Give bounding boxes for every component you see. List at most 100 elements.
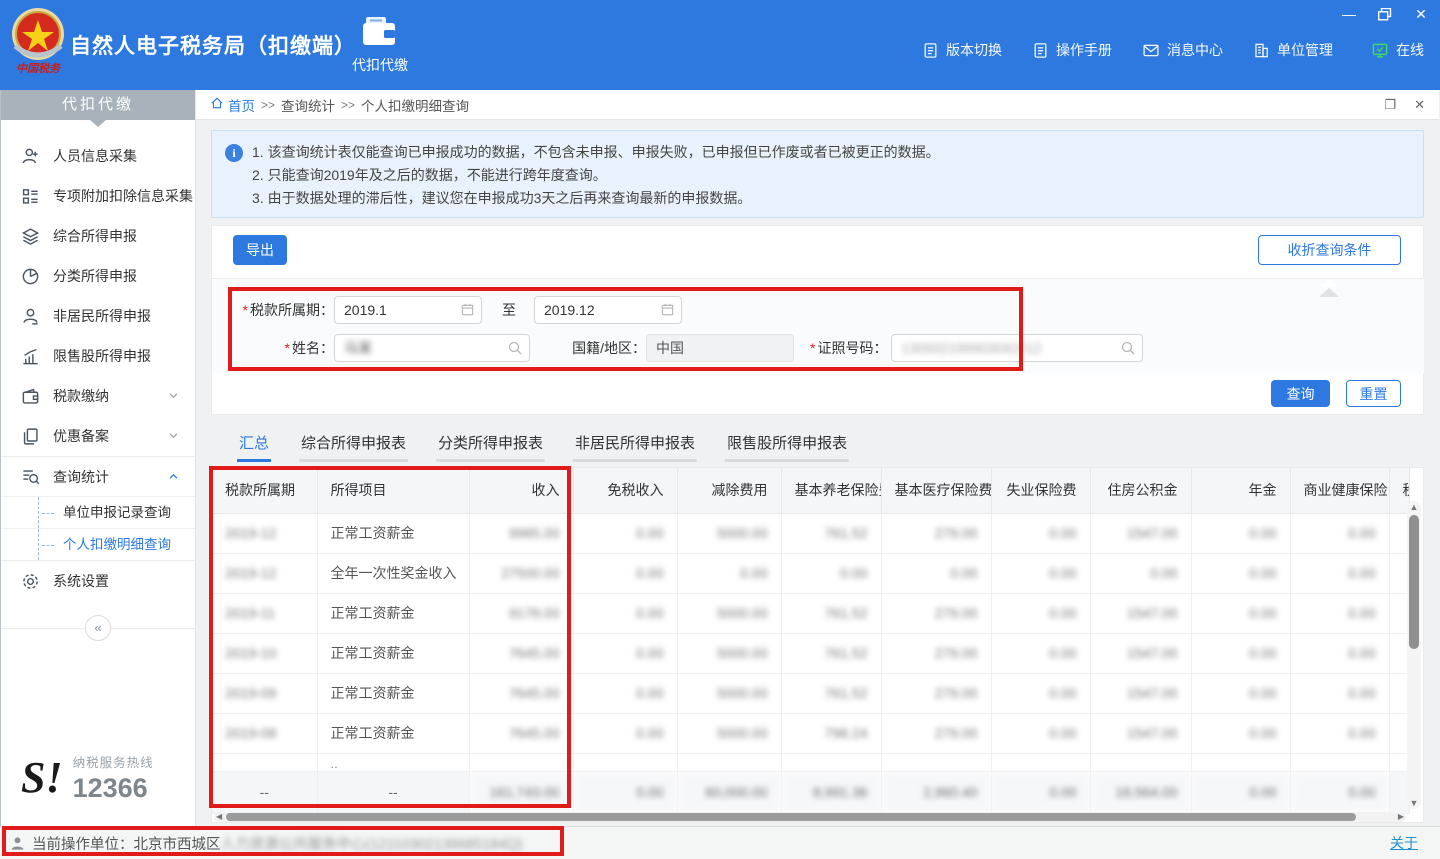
top-menu-操作手册[interactable]: 操作手册 — [1032, 40, 1112, 60]
scroll-left-icon[interactable]: ◀ — [216, 812, 222, 822]
query-button[interactable]: 查询 — [1271, 380, 1330, 407]
scroll-up-icon[interactable]: ▲ — [1407, 501, 1421, 513]
collapse-filters-button[interactable]: 收折查询条件 — [1258, 235, 1401, 265]
module-tab-label: 代扣代缴 — [345, 55, 415, 75]
close-icon[interactable]: ✕ — [1412, 6, 1430, 22]
top-menu-消息中心[interactable]: 消息中心 — [1142, 40, 1223, 60]
search-list-icon — [21, 467, 40, 486]
about-link[interactable]: 关于 — [1390, 833, 1418, 853]
sidebar-item-人员信息采集[interactable]: 人员信息采集 — [1, 136, 195, 176]
panel-maximize-icon[interactable]: ❐ — [1384, 97, 1396, 113]
sidebar-collapse-button[interactable]: « — [85, 615, 111, 641]
vertical-scroll-thumb[interactable] — [1409, 515, 1419, 649]
scroll-right-icon[interactable]: ▶ — [1398, 812, 1404, 822]
horizontal-scrollbar[interactable]: ◀ ▶ — [214, 812, 1406, 822]
table-cell: 0.00 — [1290, 513, 1389, 553]
tab-分类所得申报表[interactable]: 分类所得申报表 — [436, 428, 545, 462]
breadcrumb-separator: >> — [261, 98, 275, 112]
name-input[interactable]: 马某 — [334, 334, 530, 362]
sidebar-item-优惠备案[interactable]: 优惠备案 — [1, 416, 195, 456]
table-cell: 761.52 — [781, 513, 881, 553]
wallet-icon — [21, 387, 40, 406]
search-icon[interactable] — [507, 340, 523, 359]
sidebar-item-税款缴纳[interactable]: 税款缴纳 — [1, 376, 195, 416]
sidebar-subitem-单位申报记录查询[interactable]: 单位申报记录查询 — [1, 496, 195, 528]
export-button[interactable]: 导出 — [233, 235, 287, 265]
sidebar-submenu: 单位申报记录查询个人扣缴明细查询 — [1, 496, 195, 561]
table-cell: 1547.00 — [1090, 673, 1191, 713]
result-table-panel: 税款所属期所得项目收入免税收入减除费用基本养老保险费基本医疗保险费失业保险费住房… — [211, 467, 1424, 823]
column-header-基本医疗保险费: 基本医疗保险费 — [881, 468, 991, 513]
tab-汇总[interactable]: 汇总 — [237, 428, 271, 462]
sidebar-item-查询统计[interactable]: 查询统计 — [1, 456, 195, 496]
table-cell: 798.24 — [781, 713, 881, 753]
sidebar-subitem-个人扣缴明细查询[interactable]: 个人扣缴明细查询 — [1, 528, 195, 560]
table-cell: 5000.00 — [677, 513, 781, 553]
sidebar-item-限售股所得申报[interactable]: 限售股所得申报 — [1, 336, 195, 376]
notice-box: i 1. 该查询统计表仅能查询已申报成功的数据，不包含未申报、申报失败，已申报但… — [211, 130, 1424, 218]
reset-button[interactable]: 重置 — [1346, 380, 1401, 407]
nationality-label: 国籍/地区： — [550, 338, 646, 358]
table-cell: 正常工资薪金 — [317, 713, 469, 753]
table-cell: 2019-08 — [212, 713, 317, 753]
table-cell: 0.00 — [991, 633, 1090, 673]
sidebar-item-系统设置[interactable]: 系统设置 — [1, 561, 195, 601]
table-cell: 0.00 — [991, 713, 1090, 753]
operating-unit-blurred: 人力资源公共服务中心(12110302139685184Q) — [221, 833, 523, 854]
table-cell: 0.00 — [573, 553, 677, 593]
table-cell: 0.00 — [1290, 673, 1389, 713]
online-icon — [1371, 42, 1389, 59]
id-number-input[interactable]: 130502199903042212 — [891, 334, 1143, 362]
module-tab-daikou[interactable]: 代扣代缴 — [345, 16, 415, 75]
document-icon — [1032, 42, 1049, 59]
breadcrumb-home[interactable]: 首页 — [210, 95, 255, 115]
sidebar-item-专项附加扣除信息采集[interactable]: 专项附加扣除信息采集 — [1, 176, 195, 216]
sidebar-item-分类所得申报[interactable]: 分类所得申报 — [1, 256, 195, 296]
scroll-down-icon[interactable]: ▼ — [1407, 797, 1421, 809]
table-cell: 0.00 — [881, 553, 991, 593]
vertical-scrollbar[interactable]: ▲ ▼ — [1407, 501, 1421, 809]
period-from-input[interactable]: 2019.1 — [334, 296, 482, 324]
period-label: *税款所属期： — [232, 300, 334, 320]
query-panel: 导出 收折查询条件 *税款所属期： 2019.1 至 2019.12 — [211, 225, 1424, 415]
table-total-cell: 18,564.00 — [1090, 771, 1191, 813]
sidebar-item-综合所得申报[interactable]: 综合所得申报 — [1, 216, 195, 256]
table-cell: 5000.00 — [677, 713, 781, 753]
table-cell: 正常工资薪金 — [317, 633, 469, 673]
tab-非居民所得申报表[interactable]: 非居民所得申报表 — [573, 428, 697, 462]
table-cell — [1389, 593, 1409, 633]
table-cell: 0.00 — [573, 633, 677, 673]
breadcrumb-separator: >> — [341, 98, 355, 112]
table-row: 2019-10正常工资薪金7645.000.005000.00761.52279… — [212, 633, 1409, 673]
table-cell: 0.00 — [573, 713, 677, 753]
breadcrumb-item[interactable]: 查询统计 — [281, 95, 335, 115]
table-cell: 0.00 — [1090, 553, 1191, 593]
calendar-icon[interactable] — [660, 302, 675, 320]
table-cell: 279.00 — [881, 633, 991, 673]
table-cell: 279.00 — [881, 513, 991, 553]
table-cell: 5000.00 — [677, 673, 781, 713]
sidebar-item-非居民所得申报[interactable]: 非居民所得申报 — [1, 296, 195, 336]
top-menu-版本切换[interactable]: 版本切换 — [922, 40, 1002, 60]
search-icon[interactable] — [1120, 340, 1136, 359]
top-menu-单位管理[interactable]: 单位管理 — [1253, 40, 1333, 60]
restore-icon[interactable] — [1376, 6, 1394, 22]
top-menu: 版本切换 操作手册 消息中心 单位管理 在线 — [922, 40, 1424, 60]
tab-限售股所得申报表[interactable]: 限售股所得申报表 — [725, 428, 849, 462]
table-cell: 0.00 — [1290, 553, 1389, 593]
panel-close-icon[interactable]: ✕ — [1414, 97, 1425, 113]
horizontal-scroll-thumb[interactable] — [226, 813, 1356, 821]
table-cell: 0.00 — [677, 553, 781, 593]
online-status[interactable]: 在线 — [1371, 40, 1424, 60]
tab-综合所得申报表[interactable]: 综合所得申报表 — [299, 428, 408, 462]
calendar-icon[interactable] — [460, 302, 475, 320]
table-cell — [1389, 513, 1409, 553]
caret-up — [1320, 270, 1338, 287]
table-cell: 0.00 — [573, 593, 677, 633]
period-to-input[interactable]: 2019.12 — [534, 296, 682, 324]
table-cell: 0.00 — [573, 673, 677, 713]
status-bar: 当前操作单位：北京市西城区人力资源公共服务中心(1211030213968518… — [0, 826, 1440, 859]
table-cell: 0.00 — [573, 513, 677, 553]
column-header-住房公积金: 住房公积金 — [1090, 468, 1191, 513]
minimize-icon[interactable]: — — [1340, 6, 1358, 22]
